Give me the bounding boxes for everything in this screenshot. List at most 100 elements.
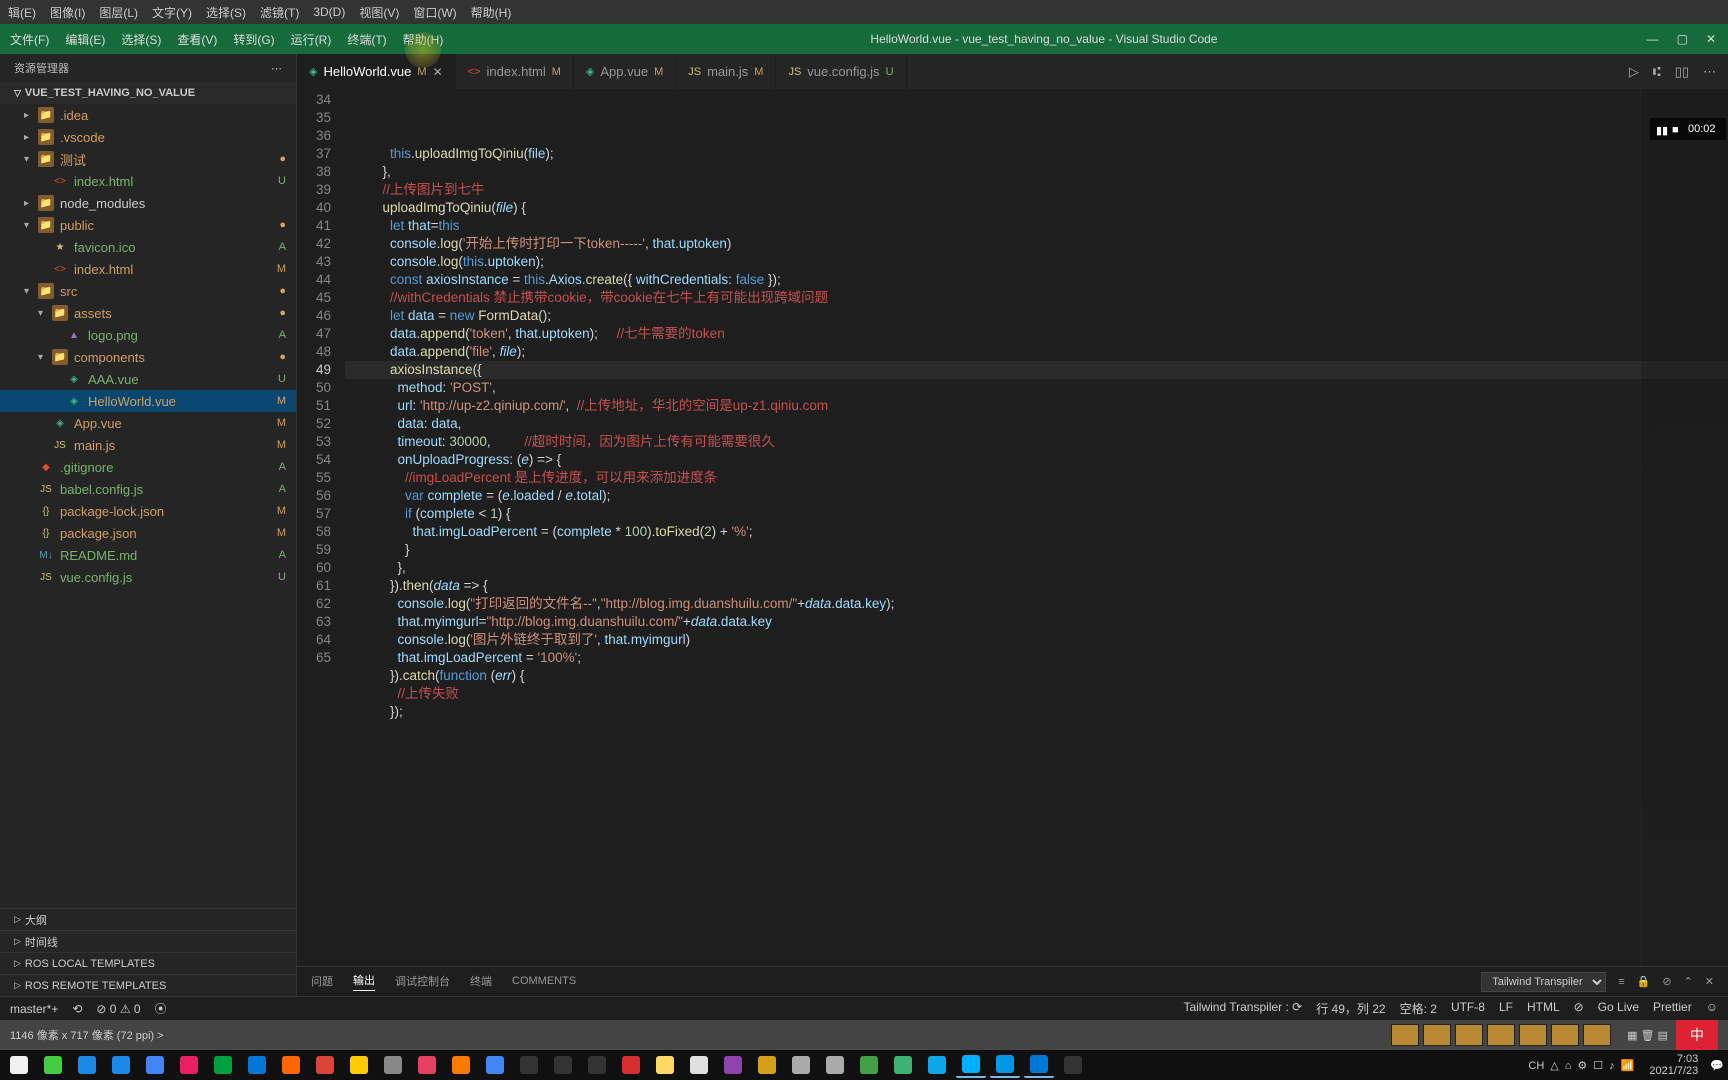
taskbar-app[interactable] (446, 1052, 476, 1078)
explorer-section[interactable]: ▷ROS LOCAL TEMPLATES (0, 952, 296, 974)
explorer-section[interactable]: ▷ROS REMOTE TEMPLATES (0, 974, 296, 996)
taskbar-app[interactable] (752, 1052, 782, 1078)
status-item[interactable]: UTF-8 (1451, 1000, 1485, 1017)
taskbar-app[interactable] (310, 1052, 340, 1078)
maximize-button[interactable]: ▢ (1677, 32, 1688, 46)
taskbar-app[interactable] (1024, 1052, 1054, 1078)
notification-icon[interactable]: 💬 (1710, 1059, 1724, 1072)
tree-item[interactable]: ▸ 📁 node_modules (0, 192, 296, 214)
ps-menu-item[interactable]: 滤镜(T) (260, 4, 299, 21)
panel-tab[interactable]: COMMENTS (512, 975, 576, 989)
tree-item[interactable]: ▸ 📁 .vscode (0, 126, 296, 148)
explorer-section[interactable]: ▷大纲 (0, 908, 296, 930)
split-icon[interactable]: ▯▯ (1675, 64, 1689, 80)
tree-item[interactable]: {} package-lock.json M (0, 500, 296, 522)
ps-menu-item[interactable]: 图像(I) (50, 4, 85, 21)
timeline-frame[interactable] (1583, 1024, 1611, 1046)
taskbar-app[interactable] (174, 1052, 204, 1078)
taskbar-app[interactable] (344, 1052, 374, 1078)
taskbar-app[interactable] (72, 1052, 102, 1078)
clear-icon[interactable]: ⊘ (1662, 975, 1671, 988)
tree-item[interactable]: M↓ README.md A (0, 544, 296, 566)
close-button[interactable]: ✕ (1706, 32, 1716, 46)
status-item[interactable]: ⊘ (1574, 1000, 1584, 1017)
panel-tab[interactable]: 问题 (311, 973, 333, 991)
taskbar-app[interactable] (718, 1052, 748, 1078)
tray-icon[interactable]: ☐ (1593, 1060, 1603, 1072)
tree-item[interactable]: JS vue.config.js U (0, 566, 296, 588)
taskbar-app[interactable] (956, 1052, 986, 1078)
explorer-section[interactable]: ▷时间线 (0, 930, 296, 952)
status-item[interactable]: Prettier (1653, 1000, 1692, 1017)
timeline-frame[interactable] (1423, 1024, 1451, 1046)
status-item[interactable]: ☺ (1706, 1000, 1718, 1017)
code-editor[interactable]: 3435363738394041424344454647484950515253… (297, 89, 1728, 966)
editor-tab[interactable]: <> index.html M (456, 54, 574, 89)
tree-item[interactable]: ▾ 📁 测试 ● (0, 148, 296, 170)
taskbar-app[interactable] (854, 1052, 884, 1078)
system-tray[interactable]: CH△⌂⚙☐♪📶 (1525, 1059, 1637, 1072)
status-item[interactable]: ⦿ (155, 1000, 167, 1017)
status-item[interactable]: ⊘ 0 ⚠ 0 (96, 1002, 140, 1016)
status-item[interactable]: HTML (1527, 1000, 1560, 1017)
tray-icon[interactable]: ⚙ (1577, 1060, 1587, 1072)
taskbar-app[interactable] (990, 1052, 1020, 1078)
app-menu-item[interactable]: 选择(S) (121, 31, 161, 48)
tree-item[interactable]: ◈ HelloWorld.vue M (0, 390, 296, 412)
app-menu-item[interactable]: 文件(F) (10, 31, 49, 48)
run-icon[interactable]: ▷ (1629, 64, 1639, 80)
taskbar-app[interactable] (514, 1052, 544, 1078)
tree-item[interactable]: ▲ logo.png A (0, 324, 296, 346)
tree-item[interactable]: ◈ App.vue M (0, 412, 296, 434)
ps-menu-item[interactable]: 图层(L) (99, 4, 138, 21)
close-tab-icon[interactable]: ✕ (433, 65, 443, 79)
taskbar-app[interactable] (208, 1052, 238, 1078)
editor-tab[interactable]: ◈ App.vue M (574, 54, 676, 89)
taskbar-app[interactable] (888, 1052, 918, 1078)
taskbar-app[interactable] (38, 1052, 68, 1078)
tray-icon[interactable]: 📶 (1621, 1060, 1635, 1072)
status-item[interactable]: 行 49，列 22 (1316, 1000, 1385, 1017)
stop-icon[interactable]: ■ (1672, 124, 1682, 134)
timeline-frame[interactable] (1487, 1024, 1515, 1046)
taskbar-app[interactable] (412, 1052, 442, 1078)
app-menu-item[interactable]: 查看(V) (177, 31, 217, 48)
editor-tab[interactable]: ◈ HelloWorld.vue M ✕ (297, 54, 456, 89)
code-content[interactable]: this.uploadImgToQiniu(file); }, //上传图片到七… (345, 89, 1728, 966)
timeline-frame[interactable] (1455, 1024, 1483, 1046)
timeline-frame[interactable] (1519, 1024, 1547, 1046)
status-item[interactable]: Tailwind Transpiler : ⟳ (1183, 1000, 1302, 1017)
more-icon[interactable]: ⋯ (1703, 64, 1716, 80)
taskbar-app[interactable] (616, 1052, 646, 1078)
tree-item[interactable]: <> index.html M (0, 258, 296, 280)
ime-badge[interactable]: 中 (1676, 1020, 1718, 1050)
editor-tab[interactable]: JS main.js M (676, 54, 776, 89)
taskbar-app[interactable] (1058, 1052, 1088, 1078)
minimize-button[interactable]: — (1647, 32, 1659, 46)
word-wrap-icon[interactable]: ≡ (1618, 976, 1624, 988)
panel-select[interactable]: Tailwind Transpiler (1481, 972, 1606, 992)
taskbar-app[interactable] (242, 1052, 272, 1078)
taskbar-app[interactable] (378, 1052, 408, 1078)
ps-menu-item[interactable]: 帮助(H) (471, 4, 512, 21)
tree-item[interactable]: {} package.json M (0, 522, 296, 544)
taskbar-app[interactable] (276, 1052, 306, 1078)
tree-item[interactable]: JS main.js M (0, 434, 296, 456)
taskbar-app[interactable] (650, 1052, 680, 1078)
tree-item[interactable]: ◆ .gitignore A (0, 456, 296, 478)
taskbar-app[interactable] (820, 1052, 850, 1078)
ps-menu-item[interactable]: 选择(S) (206, 4, 246, 21)
ps-menu-item[interactable]: 窗口(W) (413, 4, 456, 21)
app-menu-item[interactable]: 终端(T) (347, 31, 386, 48)
taskbar-app[interactable] (4, 1052, 34, 1078)
pause-icon[interactable]: ▮▮ (1656, 124, 1666, 134)
status-item[interactable]: 空格: 2 (1400, 1000, 1437, 1017)
timeline-frame[interactable] (1391, 1024, 1419, 1046)
panel-tab[interactable]: 终端 (470, 973, 492, 991)
tray-icon[interactable]: CH (1528, 1060, 1544, 1072)
taskbar-app[interactable] (582, 1052, 612, 1078)
clock[interactable]: 7:03 2021/7/23 (1643, 1053, 1704, 1077)
ps-menu-item[interactable]: 3D(D) (313, 5, 345, 19)
tree-item[interactable]: ★ favicon.ico A (0, 236, 296, 258)
diff-icon[interactable]: ⑆ (1653, 64, 1661, 79)
